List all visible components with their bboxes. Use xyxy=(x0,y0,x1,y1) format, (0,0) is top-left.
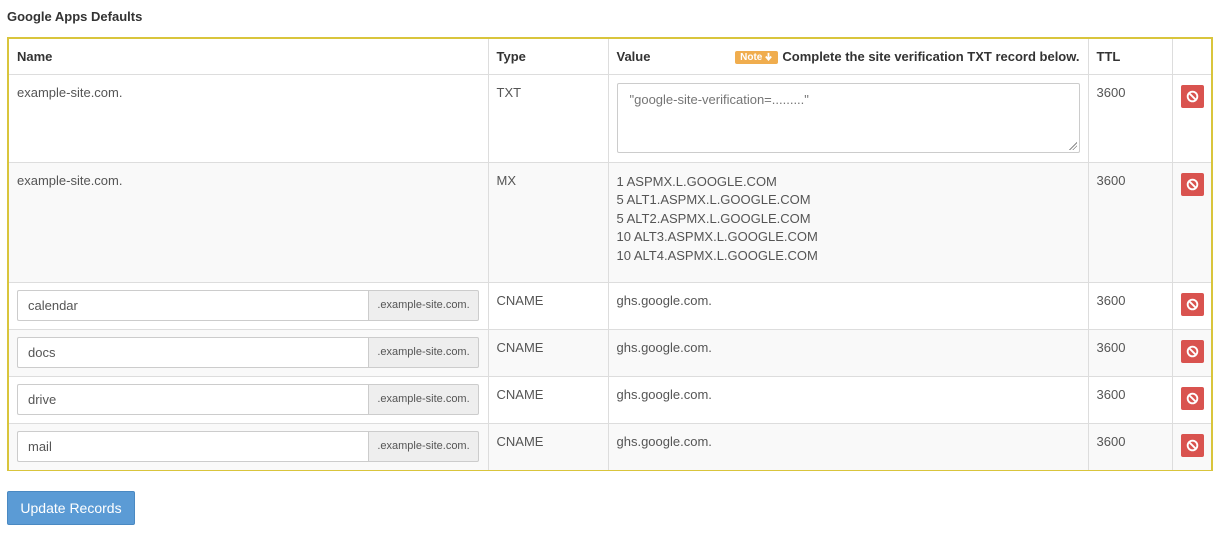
header-value: Value Note Complete the site verification… xyxy=(608,39,1089,75)
cell-type: CNAME xyxy=(488,282,609,330)
section-title: Google Apps Defaults xyxy=(7,9,143,24)
domain-suffix: .example-site.com. xyxy=(368,289,479,321)
cell-actions xyxy=(1172,329,1211,377)
cell-ttl: 3600 xyxy=(1088,74,1173,163)
subdomain-input-group: .example-site.com. xyxy=(17,383,479,415)
ban-icon xyxy=(1186,439,1198,451)
cell-ttl: 3600 xyxy=(1088,282,1173,330)
table-row-cname: .example-site.com. CNAME ghs.google.com.… xyxy=(9,282,1211,330)
cell-ttl: 3600 xyxy=(1088,329,1173,377)
domain-suffix: .example-site.com. xyxy=(368,336,479,368)
delete-record-button[interactable] xyxy=(1180,386,1204,410)
cell-name: .example-site.com. xyxy=(9,376,489,424)
cell-actions xyxy=(1172,376,1211,424)
mx-value: 5 ALT2.ASPMX.L.GOOGLE.COM xyxy=(616,210,811,226)
header-ttl: TTL xyxy=(1088,39,1173,75)
cell-value: ghs.google.com. xyxy=(608,329,1089,377)
cell-type: CNAME xyxy=(488,376,609,424)
cell-ttl: 3600 xyxy=(1088,423,1173,470)
cell-actions xyxy=(1172,282,1211,330)
delete-record-button[interactable] xyxy=(1180,433,1204,457)
update-records-button[interactable]: Update Records xyxy=(7,491,135,525)
ban-icon xyxy=(1186,298,1198,310)
table-row-cname: .example-site.com. CNAME ghs.google.com.… xyxy=(9,376,1211,424)
subdomain-input-group: .example-site.com. xyxy=(17,430,479,462)
cell-value: ghs.google.com. xyxy=(608,282,1089,330)
dns-records-table-container: Name Type Value Note Complete the site ve… xyxy=(7,37,1213,471)
cell-actions xyxy=(1172,423,1211,470)
header-type: Type xyxy=(488,39,609,75)
cell-type: CNAME xyxy=(488,329,609,377)
cell-name: example-site.com. xyxy=(9,74,489,163)
dns-records-table: Name Type Value Note Complete the site ve… xyxy=(9,39,1211,470)
cell-name: .example-site.com. xyxy=(9,423,489,470)
delete-record-button[interactable] xyxy=(1180,292,1204,316)
domain-suffix: .example-site.com. xyxy=(368,430,479,462)
cell-name: example-site.com. xyxy=(9,162,489,283)
domain-suffix: .example-site.com. xyxy=(368,383,479,415)
table-row-cname: .example-site.com. CNAME ghs.google.com.… xyxy=(9,329,1211,377)
subdomain-input[interactable] xyxy=(17,289,368,321)
table-row-txt: example-site.com. TXT 3600 xyxy=(9,74,1211,163)
cell-ttl: 3600 xyxy=(1088,376,1173,424)
cell-ttl: 3600 xyxy=(1088,162,1173,283)
note-badge: Note xyxy=(735,51,779,64)
table-row-cname: .example-site.com. CNAME ghs.google.com.… xyxy=(9,423,1211,470)
note-badge-label: Note xyxy=(740,52,763,63)
txt-record-input[interactable] xyxy=(616,82,1080,153)
ban-icon xyxy=(1186,178,1198,190)
cell-value: ghs.google.com. xyxy=(608,376,1089,424)
cell-actions xyxy=(1172,74,1211,163)
mx-value: 10 ALT3.ASPMX.L.GOOGLE.COM xyxy=(616,229,818,244)
subdomain-input-group: .example-site.com. xyxy=(17,336,479,368)
header-name: Name xyxy=(9,39,489,75)
cell-type: TXT xyxy=(488,74,609,163)
subdomain-input[interactable] xyxy=(17,430,368,462)
mx-value: 1 ASPMX.L.GOOGLE.COM xyxy=(616,173,777,189)
cell-type: CNAME xyxy=(488,423,609,470)
resize-grip-icon[interactable] xyxy=(1068,141,1077,150)
mx-value: 10 ALT4.ASPMX.L.GOOGLE.COM xyxy=(616,247,818,263)
delete-record-button[interactable] xyxy=(1180,339,1204,363)
note-text: Complete the site verification TXT recor… xyxy=(782,49,1080,64)
delete-record-button[interactable] xyxy=(1180,172,1204,196)
verification-note: Note Complete the site verification TXT r… xyxy=(735,49,1080,64)
mx-value: 5 ALT1.ASPMX.L.GOOGLE.COM xyxy=(616,192,811,207)
header-actions xyxy=(1172,39,1211,75)
cell-type: MX xyxy=(488,162,609,283)
ban-icon xyxy=(1186,345,1198,357)
subdomain-input[interactable] xyxy=(17,383,368,415)
header-value-label: Value xyxy=(616,49,651,64)
cell-value: ghs.google.com. xyxy=(608,423,1089,470)
table-row-mx: example-site.com. MX 1 ASPMX.L.GOOGLE.CO… xyxy=(9,162,1211,283)
delete-record-button[interactable] xyxy=(1180,84,1204,108)
cell-name: .example-site.com. xyxy=(9,282,489,330)
arrow-down-icon xyxy=(765,52,773,62)
mx-values-list: 1 ASPMX.L.GOOGLE.COM 5 ALT1.ASPMX.L.GOOG… xyxy=(617,173,1080,266)
cell-value xyxy=(608,74,1089,163)
table-header-row: Name Type Value Note Complete the site ve… xyxy=(9,39,1211,75)
subdomain-input-group: .example-site.com. xyxy=(17,289,479,321)
txt-record-wrapper xyxy=(616,82,1080,153)
cell-actions xyxy=(1172,162,1211,283)
ban-icon xyxy=(1186,90,1198,102)
subdomain-input[interactable] xyxy=(17,336,368,368)
cell-value: 1 ASPMX.L.GOOGLE.COM 5 ALT1.ASPMX.L.GOOG… xyxy=(608,162,1089,283)
ban-icon xyxy=(1186,392,1198,404)
cell-name: .example-site.com. xyxy=(9,329,489,377)
